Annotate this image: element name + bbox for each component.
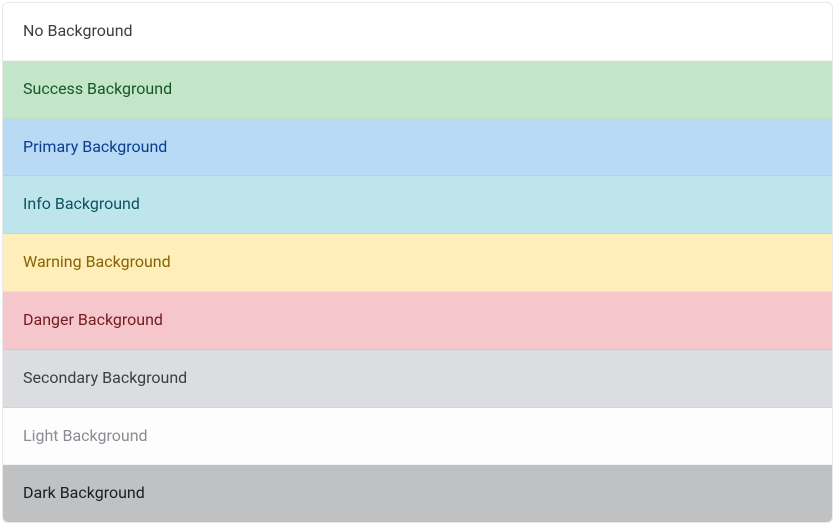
background-list: No Background Success Background Primary…	[2, 2, 833, 523]
list-item-label: Secondary Background	[23, 368, 187, 387]
list-item-label: Dark Background	[23, 483, 145, 502]
list-item-label: Light Background	[23, 426, 148, 445]
list-item-success[interactable]: Success Background	[3, 61, 832, 119]
list-item-secondary[interactable]: Secondary Background	[3, 350, 832, 408]
list-item-warning[interactable]: Warning Background	[3, 234, 832, 292]
list-item-label: Warning Background	[23, 252, 171, 271]
list-item-light[interactable]: Light Background	[3, 408, 832, 466]
list-item-label: No Background	[23, 21, 133, 40]
list-item-label: Danger Background	[23, 310, 163, 329]
list-item-label: Primary Background	[23, 137, 167, 156]
list-item-info[interactable]: Info Background	[3, 176, 832, 234]
list-item-label: Info Background	[23, 194, 140, 213]
list-item-danger[interactable]: Danger Background	[3, 292, 832, 350]
list-item-none[interactable]: No Background	[3, 3, 832, 61]
list-item-label: Success Background	[23, 79, 172, 98]
list-item-primary[interactable]: Primary Background	[3, 119, 832, 177]
list-item-dark[interactable]: Dark Background	[3, 465, 832, 522]
